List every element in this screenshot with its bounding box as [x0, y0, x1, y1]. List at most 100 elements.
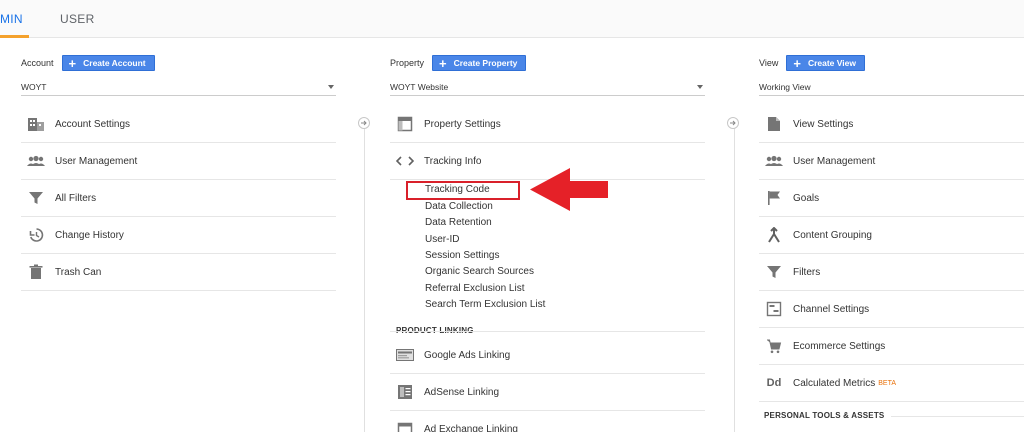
create-account-label: Create Account: [83, 58, 146, 68]
ad-exchange-icon: [396, 421, 414, 432]
users-icon: [27, 152, 45, 170]
create-account-button[interactable]: + Create Account: [61, 55, 155, 71]
data-retention-link[interactable]: Data Retention: [425, 217, 492, 228]
property-column: Property + Create Property WOYT Website …: [390, 38, 705, 432]
view-settings-item[interactable]: View Settings: [759, 106, 1024, 143]
view-filters-item[interactable]: Filters: [759, 254, 1024, 291]
admin-tab-bar: MIN USER: [0, 0, 1024, 38]
dropdown-caret-icon: [328, 84, 334, 89]
history-icon: [27, 226, 45, 244]
account-settings-label: Account Settings: [55, 118, 131, 130]
document-icon: [765, 115, 783, 133]
view-column: View + Create View Working View View Set…: [759, 38, 1024, 432]
tab-user[interactable]: USER: [60, 0, 95, 38]
user-id-label: User-ID: [425, 234, 460, 245]
cart-icon: [765, 337, 783, 355]
referral-exclusion-list-link[interactable]: Referral Exclusion List: [425, 283, 524, 294]
section-divider: [390, 331, 705, 332]
beta-badge: BETA: [878, 379, 897, 387]
data-retention-label: Data Retention: [425, 217, 492, 228]
view-settings-label: View Settings: [793, 118, 854, 130]
organic-search-sources-link[interactable]: Organic Search Sources: [425, 266, 534, 277]
create-view-button[interactable]: + Create View: [786, 55, 865, 71]
create-property-button[interactable]: + Create Property: [432, 55, 527, 71]
tab-user-label: USER: [60, 12, 95, 26]
building-icon: [27, 115, 45, 133]
channel-settings-label: Channel Settings: [793, 303, 870, 315]
property-settings-item[interactable]: Property Settings: [390, 106, 705, 143]
red-pointer-arrow-icon: [530, 168, 608, 211]
filter-icon: [27, 189, 45, 207]
personal-tools-header: PERSONAL TOOLS & ASSETS: [764, 411, 885, 420]
adsense-icon: [396, 383, 414, 401]
view-label: View: [759, 58, 779, 68]
view-header: View + Create View: [759, 54, 865, 72]
tab-admin[interactable]: MIN: [0, 0, 29, 38]
property-header: Property + Create Property: [390, 54, 527, 72]
search-term-exclusion-list-label: Search Term Exclusion List: [425, 299, 546, 310]
channel-settings-item[interactable]: Channel Settings: [759, 291, 1024, 328]
content-grouping-label: Content Grouping: [793, 229, 872, 241]
trash-can-item[interactable]: Trash Can: [21, 254, 336, 291]
tracking-info-label: Tracking Info: [424, 155, 482, 167]
users-icon: [765, 152, 783, 170]
adsense-linking-item[interactable]: AdSense Linking: [390, 374, 705, 411]
view-selector[interactable]: Working View: [759, 78, 1024, 96]
account-settings-item[interactable]: Account Settings: [21, 106, 336, 143]
account-selector[interactable]: WOYT: [21, 78, 336, 96]
change-history-item[interactable]: Change History: [21, 217, 336, 254]
google-ads-icon: [396, 346, 414, 364]
property-settings-label: Property Settings: [424, 118, 501, 130]
tab-admin-label: MIN: [0, 12, 23, 26]
account-header: Account + Create Account: [21, 54, 155, 72]
property-selector[interactable]: WOYT Website: [390, 78, 705, 96]
view-filters-label: Filters: [793, 266, 821, 278]
channel-settings-icon: [765, 300, 783, 318]
column-divider: [364, 120, 365, 432]
account-label: Account: [21, 58, 54, 68]
session-settings-link[interactable]: Session Settings: [425, 250, 500, 261]
calculated-metrics-label: Calculated Metrics: [793, 377, 876, 389]
arrow-right-icon: [727, 117, 739, 129]
referral-exclusion-list-label: Referral Exclusion List: [425, 283, 525, 294]
google-ads-linking-label: Google Ads Linking: [424, 349, 511, 361]
search-term-exclusion-list-link[interactable]: Search Term Exclusion List: [425, 299, 545, 310]
all-filters-label: All Filters: [55, 192, 97, 204]
session-settings-label: Session Settings: [425, 250, 500, 261]
create-view-label: Create View: [807, 58, 856, 68]
view-user-management-label: User Management: [793, 155, 876, 167]
filter-icon: [765, 263, 783, 281]
plus-icon: +: [68, 55, 77, 71]
ecommerce-settings-item[interactable]: Ecommerce Settings: [759, 328, 1024, 365]
goals-label: Goals: [793, 192, 820, 204]
all-filters-item[interactable]: All Filters: [21, 180, 336, 217]
account-selected-value: WOYT: [21, 81, 47, 92]
ad-exchange-linking-label: Ad Exchange Linking: [424, 424, 518, 432]
view-selected-value: Working View: [759, 81, 811, 92]
user-id-link[interactable]: User-ID: [425, 234, 459, 245]
grouping-icon: [765, 226, 783, 244]
ad-exchange-linking-item[interactable]: Ad Exchange Linking: [390, 411, 705, 432]
ecommerce-settings-label: Ecommerce Settings: [793, 340, 886, 352]
account-column: Account + Create Account WOYT Account Se…: [21, 38, 336, 432]
code-brackets-icon: [396, 152, 414, 170]
content-grouping-item[interactable]: Content Grouping: [759, 217, 1024, 254]
data-collection-link[interactable]: Data Collection: [425, 201, 493, 212]
view-user-management-item[interactable]: User Management: [759, 143, 1024, 180]
account-user-management-label: User Management: [55, 155, 138, 167]
data-collection-label: Data Collection: [425, 201, 493, 212]
calculated-metrics-item[interactable]: Dd Calculated Metrics BETA: [759, 365, 1024, 402]
goals-item[interactable]: Goals: [759, 180, 1024, 217]
adsense-linking-label: AdSense Linking: [424, 386, 500, 398]
property-label: Property: [390, 58, 425, 68]
trash-can-label: Trash Can: [55, 266, 102, 278]
organic-search-sources-label: Organic Search Sources: [425, 266, 534, 277]
plus-icon: +: [439, 55, 447, 71]
change-history-label: Change History: [55, 229, 124, 241]
google-ads-linking-item[interactable]: Google Ads Linking: [390, 337, 705, 374]
account-user-management-item[interactable]: User Management: [21, 143, 336, 180]
plus-icon: +: [793, 55, 801, 71]
flag-icon: [765, 189, 783, 207]
trash-icon: [27, 263, 45, 281]
property-selected-value: WOYT Website: [390, 81, 449, 92]
